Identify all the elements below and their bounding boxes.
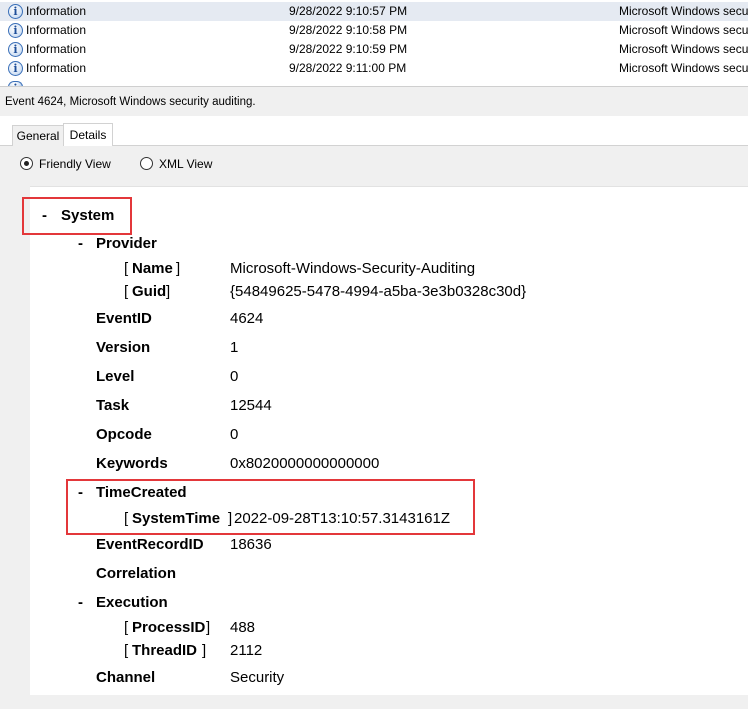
guid-key: Guid: [132, 283, 167, 300]
event-source: Microsoft Windows secu: [619, 61, 748, 75]
bracket-open: [: [124, 642, 129, 659]
bracket-open: [: [124, 619, 129, 636]
provider-label: Provider: [96, 235, 157, 252]
event-source: Microsoft Windows secu: [619, 42, 748, 56]
task-key: Task: [96, 397, 130, 414]
event-row[interactable]: Information 9/28/2022 9:10:57 PM Microso…: [0, 2, 748, 21]
event-datetime: 9/28/2022 9:10:57 PM: [289, 4, 408, 18]
bracket-open: [: [124, 260, 129, 277]
event-list[interactable]: Information 9/28/2022 9:10:57 PM Microso…: [0, 0, 748, 86]
information-icon: [8, 21, 23, 40]
tab-details[interactable]: Details: [63, 123, 113, 146]
event-title: Event 4624, Microsoft Windows security a…: [5, 96, 256, 108]
timecreated-highlight-box: [66, 479, 475, 535]
xml-view-radio[interactable]: XML View: [140, 156, 212, 172]
event-datetime: 9/28/2022 9:10:59 PM: [289, 42, 408, 56]
friendly-view-radio[interactable]: Friendly View: [20, 156, 111, 172]
processid-value: 488: [230, 619, 256, 636]
friendly-view-label: Friendly View: [39, 157, 111, 171]
event-level: Information: [26, 61, 87, 75]
information-icon: [8, 2, 23, 21]
eventid-key: EventID: [96, 310, 152, 327]
event-level: Information: [26, 23, 87, 37]
bracket-close: ]: [206, 619, 211, 636]
eventid-value: 4624: [230, 310, 264, 327]
tab-general[interactable]: General: [12, 125, 64, 146]
eventrecordid-value: 18636: [230, 536, 272, 553]
event-level: Information: [26, 4, 87, 18]
event-datetime: 9/28/2022 9:10:58 PM: [289, 23, 408, 37]
opcode-value: 0: [230, 426, 239, 443]
processid-key: ProcessID: [132, 619, 206, 636]
system-highlight-box: [22, 197, 132, 235]
provider-toggle[interactable]: -: [78, 235, 83, 253]
bracket-open: [: [124, 283, 129, 300]
correlation-key: Correlation: [96, 565, 177, 582]
threadid-key: ThreadID: [132, 642, 198, 659]
task-value: 12544: [230, 397, 272, 414]
event-source: Microsoft Windows secu: [619, 23, 748, 37]
level-key: Level: [96, 368, 135, 385]
execution-toggle[interactable]: -: [78, 594, 83, 612]
threadid-value: 2112: [230, 642, 263, 659]
name-key: Name: [132, 260, 173, 277]
event-row[interactable]: Information 9/28/2022 9:10:58 PM Microso…: [0, 21, 748, 40]
channel-key: Channel: [96, 669, 156, 686]
bracket-close: ]: [166, 283, 171, 300]
event-detail-header: Event 4624, Microsoft Windows security a…: [0, 86, 748, 116]
information-icon: [8, 40, 23, 59]
xml-view-label: XML View: [159, 157, 213, 171]
keywords-key: Keywords: [96, 455, 168, 472]
opcode-key: Opcode: [96, 426, 152, 443]
radio-unselected-icon: [140, 157, 153, 170]
event-row[interactable]: Information 9/28/2022 9:11:00 PM Microso…: [0, 59, 748, 78]
event-row[interactable]: Information 9/28/2022 9:10:59 PM Microso…: [0, 40, 748, 59]
keywords-value: 0x8020000000000000: [230, 455, 380, 472]
version-key: Version: [96, 339, 151, 356]
channel-value: Security: [230, 669, 285, 686]
bracket-close: ]: [176, 260, 181, 277]
event-source: Microsoft Windows secu: [619, 4, 748, 18]
version-value: 1: [230, 339, 239, 356]
eventrecordid-key: EventRecordID: [96, 536, 204, 553]
radio-selected-icon: [20, 157, 33, 170]
name-value: Microsoft-Windows-Security-Auditing: [230, 260, 476, 277]
guid-value: {54849625-5478-4994-a5ba-3e3b0328c30d}: [230, 283, 527, 300]
information-icon: [8, 59, 23, 78]
event-datetime: 9/28/2022 9:11:00 PM: [289, 61, 407, 75]
level-value: 0: [230, 368, 239, 385]
bracket-close: ]: [202, 642, 207, 659]
execution-label: Execution: [96, 594, 168, 611]
event-level: Information: [26, 42, 87, 56]
